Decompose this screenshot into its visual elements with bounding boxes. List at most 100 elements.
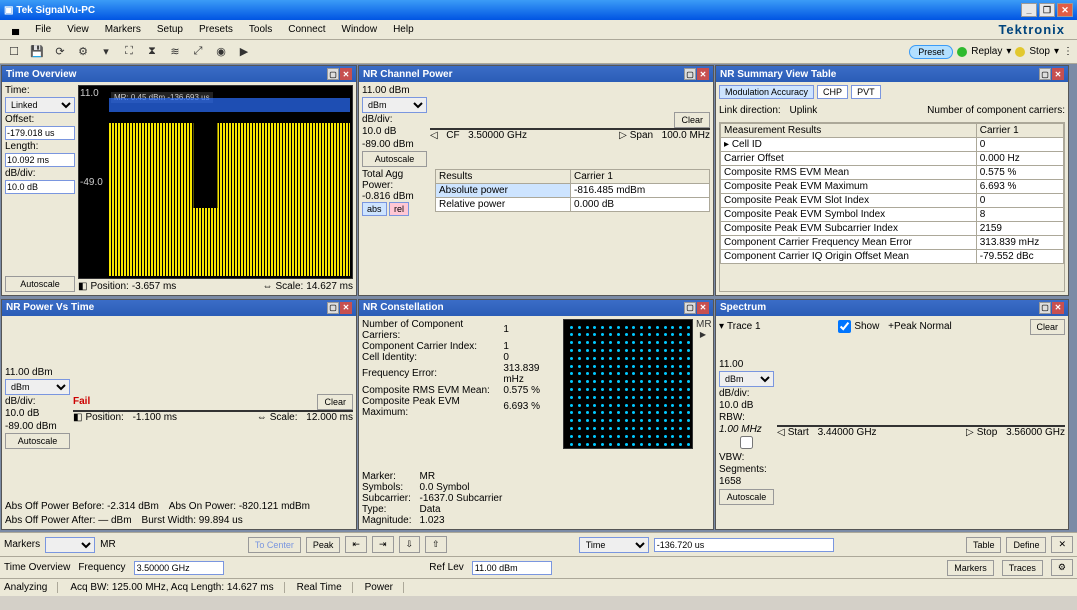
traces-panel-button[interactable]: Traces: [1002, 560, 1043, 576]
vbw-checkbox[interactable]: [719, 436, 774, 449]
stop-status-icon: [1015, 47, 1025, 57]
pvt-plot[interactable]: 11.0-19.0-39.0-59.0-79.0 MR: -4.13 dBm -…: [73, 410, 353, 412]
tab-pvt[interactable]: PVT: [851, 85, 881, 99]
spectrum-plot[interactable]: 11.0-9.0-29.0-49.0-69.0-89.0 MR: -11.59 …: [777, 425, 1065, 427]
markers-panel-button[interactable]: Markers: [947, 560, 994, 576]
wave-icon[interactable]: ≋: [165, 42, 185, 62]
table-row: Composite RMS EVM Mean0.575 %: [721, 166, 1064, 180]
autoscale-button[interactable]: Autoscale: [362, 151, 427, 167]
zoom-icon[interactable]: ⤢: [188, 42, 208, 62]
panel-min[interactable]: ▢: [684, 68, 696, 80]
clear-button[interactable]: Clear: [1030, 319, 1066, 335]
minimize-button[interactable]: _: [1021, 3, 1037, 17]
to-center-button[interactable]: To Center: [248, 537, 301, 553]
peak-down-button[interactable]: ⇩: [399, 536, 421, 553]
status-analyzing: Analyzing: [4, 582, 58, 593]
offset-input[interactable]: [5, 126, 75, 140]
peak-up-button[interactable]: ⇧: [425, 536, 447, 553]
panel-title: NR Channel Power: [363, 69, 452, 80]
panel-min[interactable]: ▢: [1039, 68, 1051, 80]
length-input[interactable]: [5, 153, 75, 167]
autoscale-button[interactable]: Autoscale: [5, 433, 70, 449]
unit-select[interactable]: dBm: [362, 97, 427, 113]
menu-connect[interactable]: Connect: [280, 22, 333, 37]
peak-button[interactable]: Peak: [306, 537, 341, 553]
panel-close[interactable]: ✕: [1052, 68, 1064, 80]
rel-button[interactable]: rel: [389, 202, 409, 216]
gear-icon[interactable]: ⚙: [73, 42, 93, 62]
panel-close[interactable]: ✕: [1052, 302, 1064, 314]
settings-gear-button[interactable]: ⚙: [1051, 559, 1073, 576]
define-button[interactable]: Define: [1006, 537, 1046, 553]
trace-drop-icon[interactable]: ▾: [719, 321, 724, 332]
show-checkbox[interactable]: [838, 320, 851, 333]
menu-file[interactable]: File: [27, 22, 59, 37]
clear-button[interactable]: Clear: [317, 394, 353, 410]
panel-close[interactable]: ✕: [340, 302, 352, 314]
cf-icon[interactable]: ◁: [430, 130, 438, 141]
stop-icon[interactable]: ▷: [966, 427, 974, 438]
menu-help[interactable]: Help: [385, 22, 422, 37]
span-icon[interactable]: ▷: [619, 130, 627, 141]
constellation-plot[interactable]: [563, 319, 693, 449]
menu-window[interactable]: Window: [334, 22, 386, 37]
start-icon[interactable]: ◁: [777, 427, 785, 438]
maximize-button[interactable]: ❐: [1039, 3, 1055, 17]
menu-markers[interactable]: Markers: [97, 22, 149, 37]
dbdiv-input[interactable]: [5, 180, 75, 194]
unit-select[interactable]: dBm: [719, 371, 774, 387]
panel-min[interactable]: ▢: [327, 68, 339, 80]
menu-presets[interactable]: Presets: [191, 22, 241, 37]
pos-icon[interactable]: ◧: [73, 412, 82, 423]
save-icon[interactable]: 💾: [27, 42, 47, 62]
chp-plot[interactable]: 11.0-9.0-29.0-49.0-69.0-79.0 MR: -51.87 …: [430, 128, 710, 130]
more-icon[interactable]: ⋮: [1063, 46, 1073, 57]
scale-icon[interactable]: ⇔: [263, 281, 273, 292]
autoscale-button[interactable]: Autoscale: [719, 489, 774, 505]
frequency-input[interactable]: [134, 561, 224, 575]
panel-min[interactable]: ▢: [684, 302, 696, 314]
camera-icon[interactable]: ◉: [211, 42, 231, 62]
app-menu-icon[interactable]: ▄: [4, 22, 27, 37]
panel-close[interactable]: ✕: [697, 302, 709, 314]
menu-view[interactable]: View: [59, 22, 97, 37]
preset-button[interactable]: Preset: [909, 45, 953, 59]
menu-setup[interactable]: Setup: [149, 22, 191, 37]
stop-label[interactable]: Stop: [1029, 46, 1050, 57]
autoscale-button[interactable]: Autoscale: [5, 276, 75, 292]
stop-drop-icon[interactable]: ▾: [1054, 46, 1059, 57]
menu-tools[interactable]: Tools: [241, 22, 280, 37]
replay-label[interactable]: Replay: [971, 46, 1002, 57]
panel-min[interactable]: ▢: [327, 302, 339, 314]
tab-mod-accuracy[interactable]: Modulation Accuracy: [719, 85, 814, 99]
play-icon[interactable]: ▶: [234, 42, 254, 62]
clear-button[interactable]: Clear: [674, 112, 710, 128]
open-icon[interactable]: ☐: [4, 42, 24, 62]
peak-left-button[interactable]: ⇤: [345, 536, 367, 553]
replay-drop-icon[interactable]: ▾: [1006, 46, 1011, 57]
close-markers-button[interactable]: ✕: [1051, 536, 1073, 553]
time-mode-select[interactable]: Linked: [5, 97, 75, 113]
pos-icon[interactable]: ◧: [78, 281, 87, 292]
close-button[interactable]: ✕: [1057, 3, 1073, 17]
panel-min[interactable]: ▢: [1039, 302, 1051, 314]
table-row: Composite Peak EVM Symbol Index8: [721, 208, 1064, 222]
marker-time-input[interactable]: [654, 538, 834, 552]
panel-close[interactable]: ✕: [340, 68, 352, 80]
domain-select[interactable]: Time: [579, 537, 649, 553]
panel-close[interactable]: ✕: [697, 68, 709, 80]
abs-button[interactable]: abs: [362, 202, 387, 216]
time-overview-plot[interactable]: 11.0-49.0 MR: 0.45 dBm -136.693 us: [78, 85, 353, 279]
marker-add-icon[interactable]: ▾: [96, 42, 116, 62]
offset-label: Offset:: [5, 114, 75, 125]
marker-select[interactable]: [45, 537, 95, 553]
spectrum-icon[interactable]: ⛶: [119, 42, 139, 62]
scale-icon[interactable]: ⇔: [257, 412, 267, 423]
table-button[interactable]: Table: [966, 537, 1002, 553]
time-icon[interactable]: ⧗: [142, 42, 162, 62]
unit-select[interactable]: dBm: [5, 379, 70, 395]
refresh-icon[interactable]: ⟳: [50, 42, 70, 62]
tab-chp[interactable]: CHP: [817, 85, 848, 99]
peak-right-button[interactable]: ⇥: [372, 536, 394, 553]
ref-lev-input[interactable]: [472, 561, 552, 575]
